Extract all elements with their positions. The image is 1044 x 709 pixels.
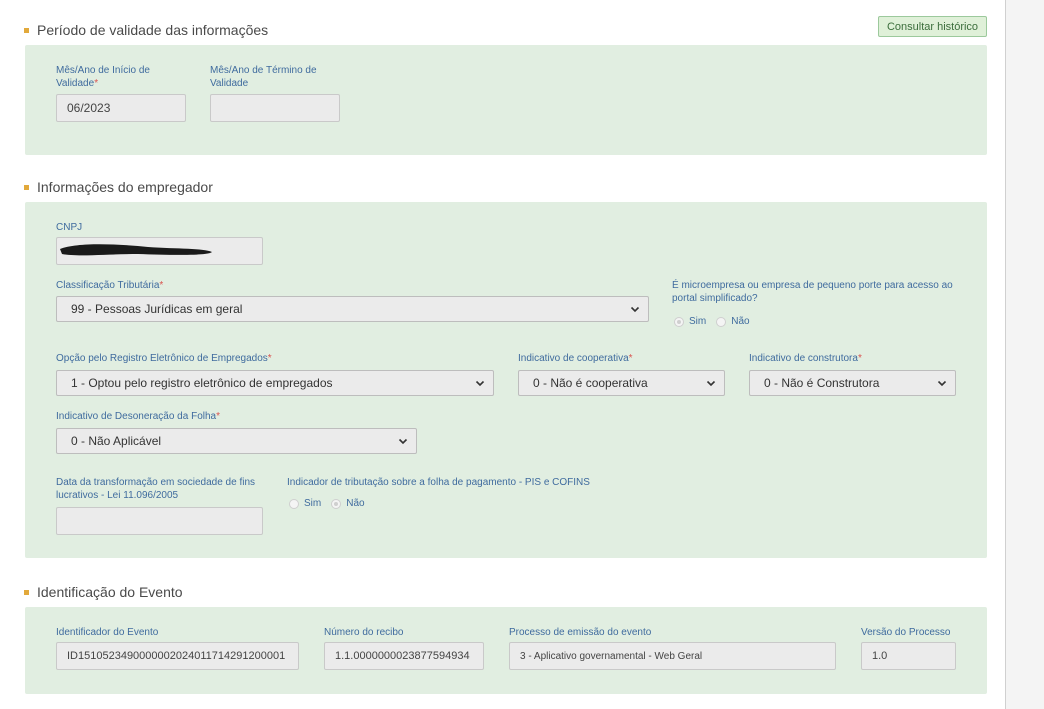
classificacao-label: Classificação Tributária*	[56, 280, 164, 291]
desoneracao-select[interactable]: 0 - Não Aplicável	[56, 428, 417, 454]
identificador-label: Identificador do Evento	[56, 627, 159, 638]
construtora-select[interactable]: 0 - Não é Construtora	[749, 370, 956, 396]
microempresa-label: É microempresa ou empresa de pequeno por…	[672, 280, 953, 304]
transformacao-input[interactable]	[56, 507, 263, 535]
inicio-validade-label: Mês/Ano de Início de Validade*	[56, 65, 150, 89]
identificador-input[interactable]: ID1510523490000002024011714291200001	[56, 642, 299, 670]
pis-cofins-radio-group: Sim Não	[289, 498, 375, 509]
processo-label: Processo de emissão do evento	[509, 627, 652, 638]
desoneracao-label: Indicativo de Desoneração da Folha*	[56, 411, 221, 422]
classificacao-select[interactable]: 99 - Pessoas Jurídicas em geral	[56, 296, 649, 322]
chevron-down-icon	[706, 380, 716, 387]
cooperativa-label: Indicativo de cooperativa*	[518, 353, 633, 364]
pis-cofins-label: Indicador de tributação sobre a folha de…	[287, 477, 590, 488]
inicio-validade-input[interactable]: 06/2023	[56, 94, 186, 122]
chevron-down-icon	[398, 438, 408, 445]
section-title-periodo: Período de validade das informações	[24, 22, 268, 38]
consultar-historico-button[interactable]: Consultar histórico	[878, 16, 987, 37]
bullet-icon	[24, 589, 29, 595]
pis-sim-radio[interactable]	[289, 498, 299, 509]
section-title-evento: Identificação do Evento	[24, 584, 183, 600]
versao-label: Versão do Processo	[861, 627, 951, 638]
versao-input[interactable]: 1.0	[861, 642, 956, 670]
microempresa-nao-radio[interactable]	[716, 316, 727, 327]
termino-validade-input[interactable]	[210, 94, 340, 122]
bullet-icon	[24, 27, 29, 33]
section-title-empregador: Informações do empregador	[24, 179, 213, 195]
bullet-icon	[24, 184, 29, 190]
chevron-down-icon	[937, 380, 947, 387]
cooperativa-select[interactable]: 0 - Não é cooperativa	[518, 370, 725, 396]
form-page: Período de validade das informações Cons…	[0, 0, 1006, 709]
microempresa-radio-group: Sim Não	[674, 316, 760, 327]
recibo-input[interactable]: 1.1.0000000023877594934	[324, 642, 484, 670]
pis-nao-radio[interactable]	[331, 498, 342, 509]
cnpj-label: CNPJ	[56, 222, 83, 233]
chevron-down-icon	[630, 306, 640, 313]
registro-label: Opção pelo Registro Eletrônico de Empreg…	[56, 353, 272, 364]
microempresa-sim-radio[interactable]	[674, 316, 684, 327]
chevron-down-icon	[475, 380, 485, 387]
redaction-mark	[60, 244, 212, 256]
construtora-label: Indicativo de construtora*	[749, 353, 862, 364]
termino-validade-label: Mês/Ano de Término de Validade	[210, 65, 317, 89]
registro-select[interactable]: 1 - Optou pelo registro eletrônico de em…	[56, 370, 494, 396]
transformacao-label: Data da transformação em sociedade de fi…	[56, 477, 255, 501]
processo-input[interactable]: 3 - Aplicativo governamental - Web Geral	[509, 642, 836, 670]
recibo-label: Número do recibo	[324, 627, 404, 638]
